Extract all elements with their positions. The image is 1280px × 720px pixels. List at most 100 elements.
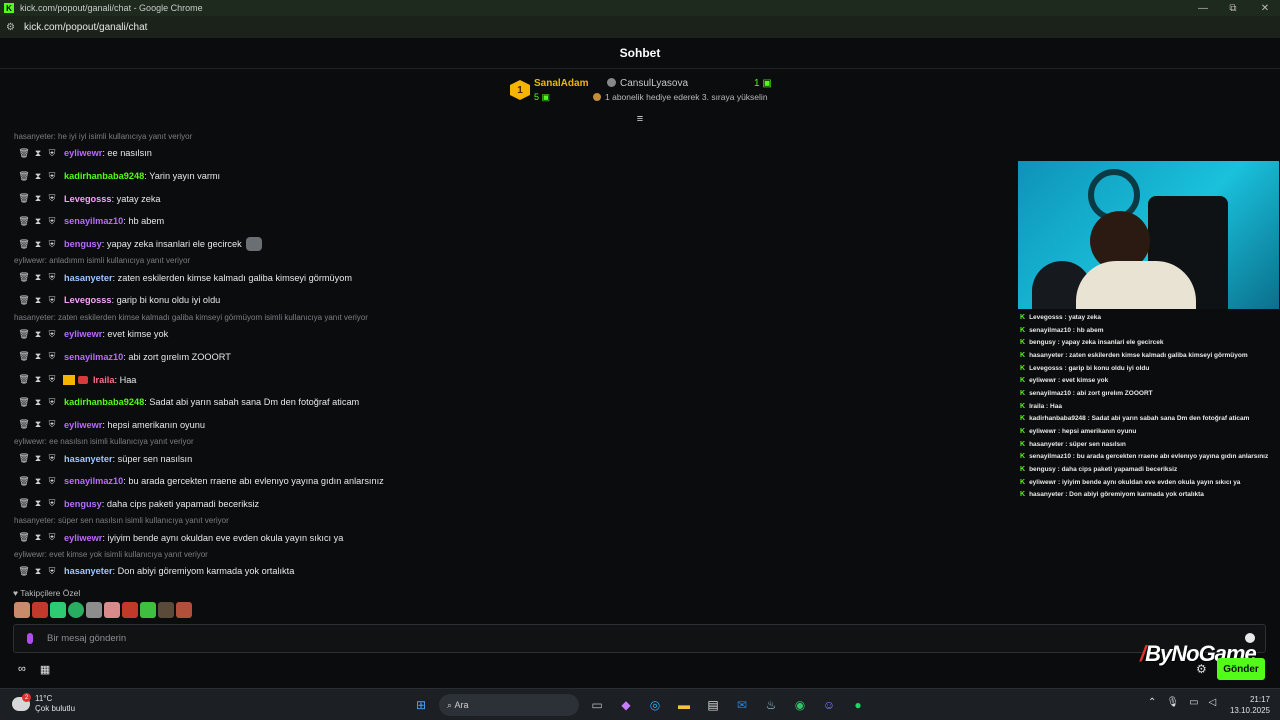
ban-icon[interactable]: ⛨ (45, 419, 59, 430)
chrome-icon[interactable]: ◉ (789, 694, 811, 716)
minimize-button[interactable]: — (1188, 0, 1218, 16)
emote-button[interactable] (50, 602, 66, 618)
ban-icon[interactable]: ⛨ (45, 148, 59, 159)
chat-username[interactable]: kadirhanbaba9248 (64, 171, 144, 181)
chat-username[interactable]: hasanyeter (64, 566, 113, 576)
delete-icon[interactable]: 🗑 (17, 419, 31, 430)
reply-context[interactable]: hasanyeter: süper sen nasılsın isimli ku… (0, 515, 1000, 526)
chat-username[interactable]: Iraila (93, 375, 114, 385)
ban-icon[interactable]: ⛨ (45, 532, 59, 543)
timeout-icon[interactable]: ⧗ (31, 193, 45, 204)
timeout-icon[interactable]: ⧗ (31, 532, 45, 543)
ban-icon[interactable]: ⛨ (45, 397, 59, 408)
delete-icon[interactable]: 🗑 (17, 272, 31, 283)
ban-icon[interactable]: ⛨ (45, 239, 59, 250)
chat-username[interactable]: eyliwewr (64, 148, 102, 158)
discord-icon[interactable]: ☺ (818, 694, 840, 716)
delete-icon[interactable]: 🗑 (17, 148, 31, 159)
ban-icon[interactable]: ⛨ (45, 498, 59, 509)
delete-icon[interactable]: 🗑 (17, 566, 31, 577)
emote-button[interactable] (86, 602, 102, 618)
emote-button[interactable] (158, 602, 174, 618)
timeout-icon[interactable]: ⧗ (31, 148, 45, 159)
file-explorer-icon[interactable]: ▬ (673, 694, 695, 716)
microphone-tray-icon[interactable]: 🎙 (1166, 697, 1179, 708)
site-info-icon[interactable]: ⚙ (6, 22, 20, 33)
chat-username[interactable]: bengusy (64, 499, 102, 509)
delete-icon[interactable]: 🗑 (17, 171, 31, 182)
infinity-icon[interactable]: ∞ (18, 663, 26, 676)
restore-button[interactable]: ⧉ (1218, 0, 1248, 16)
chat-username[interactable]: kadirhanbaba9248 (64, 397, 144, 407)
reply-context[interactable]: eyliwewr: anladımm isimli kullanıcıya ya… (0, 255, 1000, 266)
copilot-icon[interactable]: ◆ (615, 694, 637, 716)
volume-icon[interactable]: ◁ (1209, 697, 1217, 708)
emote-button[interactable] (140, 602, 156, 618)
collapse-leaderboard-icon[interactable]: ≡ (634, 113, 646, 125)
chat-username[interactable]: Levegosss (64, 295, 112, 305)
delete-icon[interactable]: 🗑 (17, 351, 31, 362)
delete-icon[interactable]: 🗑 (17, 329, 31, 340)
ban-icon[interactable]: ⛨ (45, 295, 59, 306)
message-input[interactable]: Bir mesaj gönderin (13, 624, 1266, 653)
chat-username[interactable]: eyliwewr (64, 329, 102, 339)
edge-icon[interactable]: ◎ (644, 694, 666, 716)
timeout-icon[interactable]: ⧗ (31, 216, 45, 227)
ban-icon[interactable]: ⛨ (45, 193, 59, 204)
close-window-button[interactable]: ✕ (1250, 0, 1280, 16)
timeout-icon[interactable]: ⧗ (31, 498, 45, 509)
emote-button[interactable] (68, 602, 84, 618)
clock[interactable]: 21:17 13.10.2025 (1230, 694, 1270, 716)
timeout-icon[interactable]: ⧗ (31, 566, 45, 577)
chevron-up-icon[interactable]: ⌃ (1148, 697, 1156, 708)
settings-gear-icon[interactable]: ⚙ (1196, 662, 1207, 676)
outlook-icon[interactable]: ✉ (731, 694, 753, 716)
timeout-icon[interactable]: ⧗ (31, 329, 45, 340)
timeout-icon[interactable]: ⧗ (31, 419, 45, 430)
reply-context[interactable]: eyliwewr: ee nasılsın isimli kullanıcıya… (0, 436, 1000, 447)
chat-username[interactable]: Levegosss (64, 194, 112, 204)
timeout-icon[interactable]: ⧗ (31, 351, 45, 362)
timeout-icon[interactable]: ⧗ (31, 239, 45, 250)
delete-icon[interactable]: 🗑 (17, 476, 31, 487)
chat-username[interactable]: senayilmaz10 (64, 216, 123, 226)
ban-icon[interactable]: ⛨ (45, 272, 59, 283)
emote-button[interactable] (32, 602, 48, 618)
emote-button[interactable] (14, 602, 30, 618)
emote-button[interactable] (104, 602, 120, 618)
url-text[interactable]: kick.com/popout/ganali/chat (24, 22, 147, 33)
reply-context[interactable]: hasanyeter: he iyi iyi isimli kullanıcıy… (0, 131, 1000, 142)
store-icon[interactable]: ▦ (40, 663, 50, 676)
steam-icon[interactable]: ♨ (760, 694, 782, 716)
delete-icon[interactable]: 🗑 (17, 453, 31, 464)
ban-icon[interactable]: ⛨ (45, 329, 59, 340)
timeout-icon[interactable]: ⧗ (31, 272, 45, 283)
ban-icon[interactable]: ⛨ (45, 374, 59, 385)
delete-icon[interactable]: 🗑 (17, 295, 31, 306)
timeout-icon[interactable]: ⧗ (31, 453, 45, 464)
reply-context[interactable]: eyliwewr: evet kimse yok isimli kullanıc… (0, 549, 1000, 560)
store-app-icon[interactable]: ▤ (702, 694, 724, 716)
top-gifter-name[interactable]: SanalAdam (534, 78, 588, 89)
send-button[interactable]: Gönder (1217, 658, 1265, 680)
chat-username[interactable]: senayilmaz10 (64, 476, 123, 486)
timeout-icon[interactable]: ⧗ (31, 397, 45, 408)
microphone-icon[interactable] (27, 633, 33, 644)
emote-button[interactable] (176, 602, 192, 618)
address-bar[interactable]: ⚙ kick.com/popout/ganali/chat (0, 16, 1280, 38)
timeout-icon[interactable]: ⧗ (31, 171, 45, 182)
chat-username[interactable]: bengusy (64, 239, 102, 249)
delete-icon[interactable]: 🗑 (17, 532, 31, 543)
delete-icon[interactable]: 🗑 (17, 193, 31, 204)
start-icon[interactable]: ⊞ (410, 694, 432, 716)
second-gifter[interactable]: CansulLyasova (607, 78, 688, 89)
delete-icon[interactable]: 🗑 (17, 374, 31, 385)
ban-icon[interactable]: ⛨ (45, 476, 59, 487)
ban-icon[interactable]: ⛨ (45, 216, 59, 227)
task-view-icon[interactable]: ▭ (586, 694, 608, 716)
ban-icon[interactable]: ⛨ (45, 171, 59, 182)
timeout-icon[interactable]: ⧗ (31, 374, 45, 385)
taskbar-search[interactable]: ⌕ Ara (439, 694, 579, 716)
timeout-icon[interactable]: ⧗ (31, 476, 45, 487)
timeout-icon[interactable]: ⧗ (31, 295, 45, 306)
